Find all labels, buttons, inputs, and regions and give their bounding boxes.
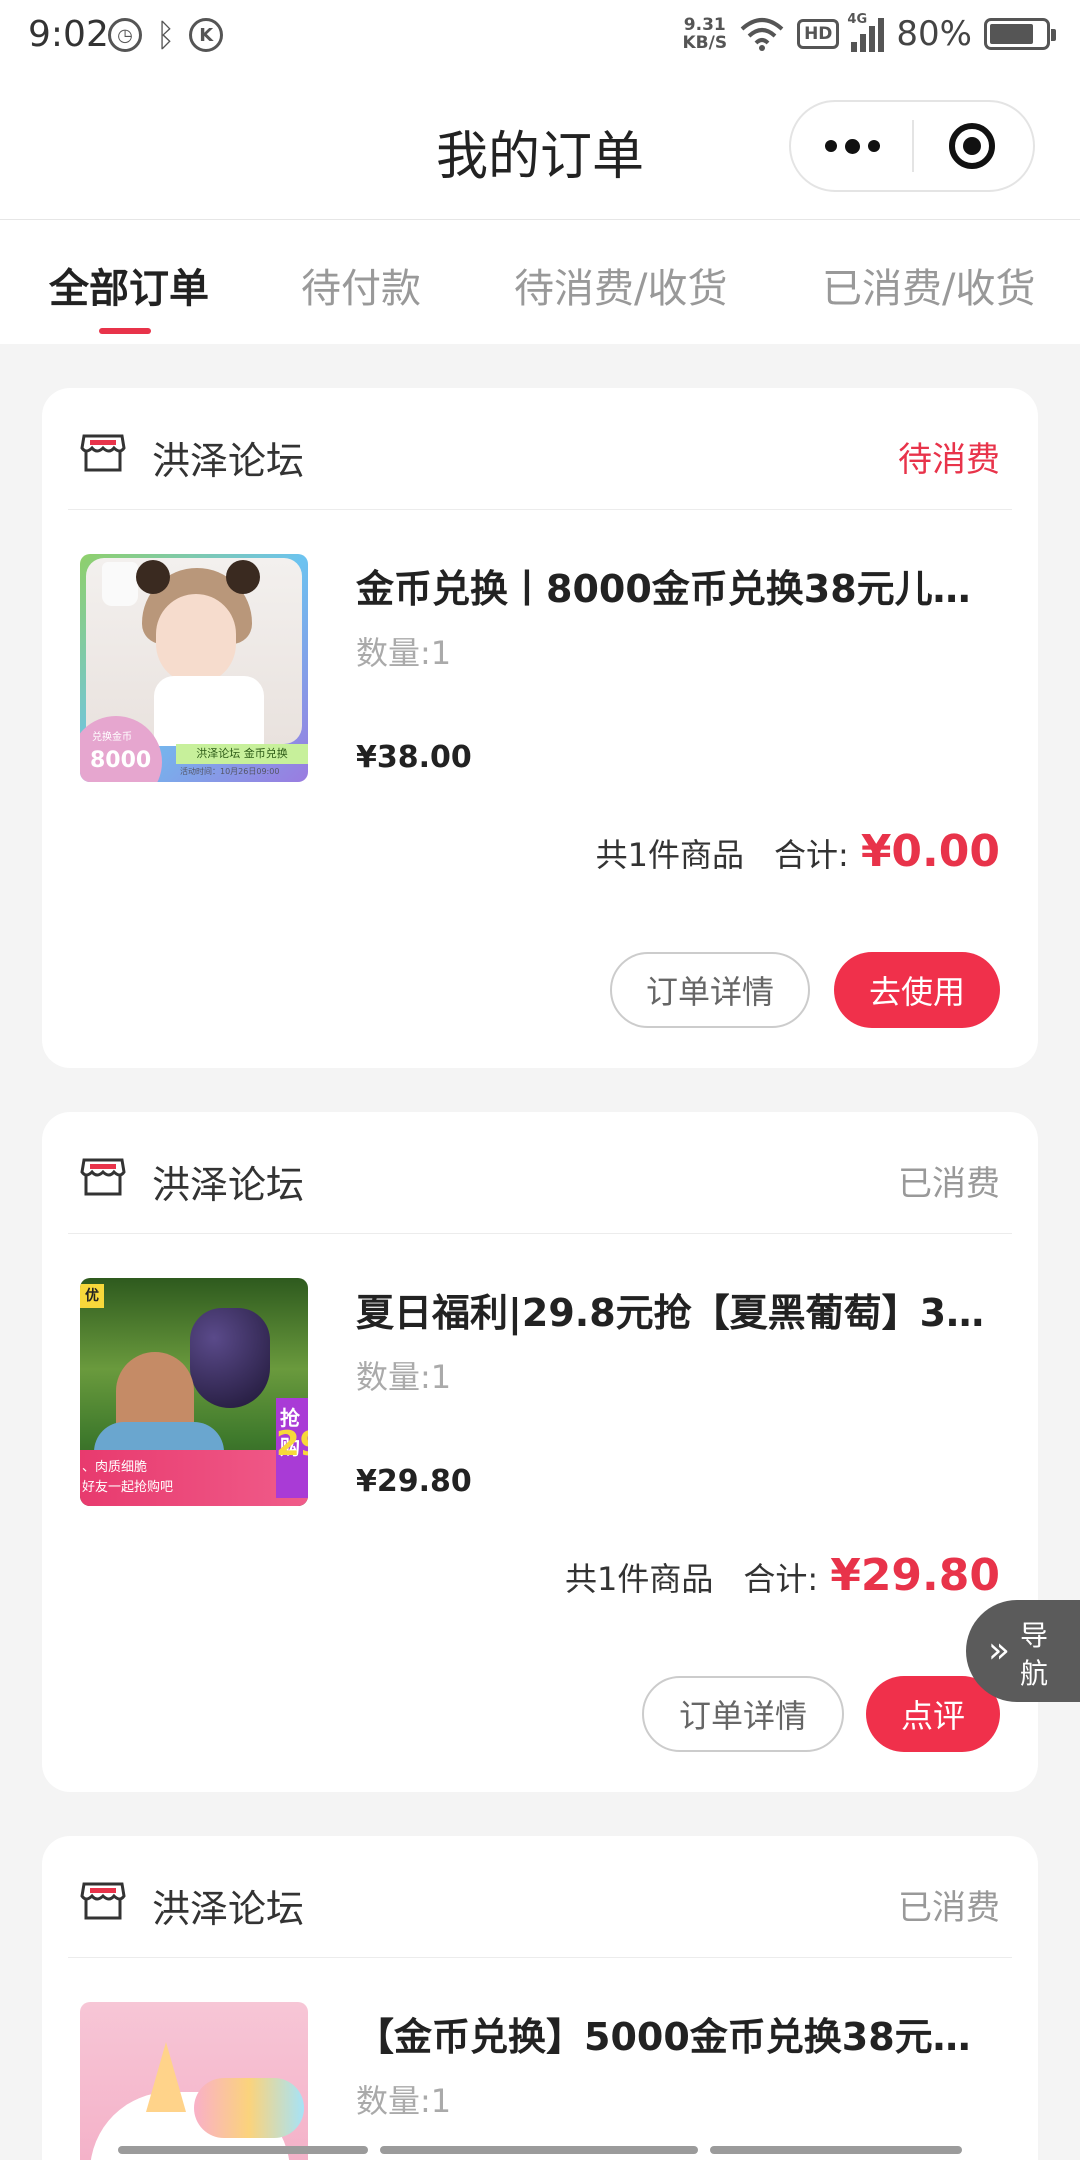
- tab-consumed[interactable]: 已消费/收货: [822, 256, 1035, 314]
- card-header: 洪泽论坛 待消费: [68, 388, 1012, 510]
- order-detail-button[interactable]: 订单详情: [642, 1676, 844, 1752]
- shop-name: 洪泽论坛: [152, 1887, 305, 1931]
- thumb-badge-number: 8000: [90, 748, 152, 773]
- status-bar: 9:02 ◷ ᛒ K 9.31 KB/S HD 4G 80%: [0, 0, 1080, 76]
- order-summary: 共1件商品 合计: ¥29.80: [565, 1550, 1000, 1601]
- order-tabs: 全部订单 待付款 待消费/收货 已消费/收货: [0, 220, 1080, 344]
- side-nav-button[interactable]: » 导 航: [966, 1600, 1080, 1702]
- thumb-time-text: 活动时间：10月26日09:00: [180, 767, 280, 776]
- shop-icon: [80, 1158, 126, 1196]
- gesture-bar-center: [380, 2146, 698, 2154]
- battery-icon: [984, 18, 1056, 50]
- k-app-icon: K: [189, 18, 224, 52]
- network-type: 4G: [847, 12, 868, 27]
- side-nav-label-2: 航: [1020, 1657, 1049, 1690]
- gesture-bar-left: [118, 2146, 368, 2154]
- battery-percent: 80%: [896, 14, 972, 54]
- product-title[interactable]: 夏日福利|29.8元抢【夏黑葡萄】30…: [356, 1282, 1006, 1337]
- review-button[interactable]: 点评: [866, 1676, 1000, 1752]
- product-thumbnail[interactable]: [80, 2002, 308, 2160]
- order-card[interactable]: 洪泽论坛 已消费 优选 、肉质细脆 好友一起抢购吧 抢购 29 夏日福利|29.…: [42, 1112, 1038, 1792]
- total-label: 合计:: [774, 836, 849, 874]
- product-title[interactable]: 金币兑换丨8000金币兑换38元儿童防寒帽: [356, 558, 1006, 613]
- thumb-badge-caption: 兑换金币: [92, 732, 132, 743]
- product-price: ¥29.80: [356, 1464, 472, 1499]
- shop-name: 洪泽论坛: [152, 439, 305, 483]
- side-nav-label-1: 导: [1020, 1619, 1049, 1652]
- tab-pending-payment[interactable]: 待付款: [301, 256, 421, 314]
- order-detail-button[interactable]: 订单详情: [610, 952, 810, 1028]
- tab-all-orders[interactable]: 全部订单: [49, 256, 209, 314]
- product-thumbnail[interactable]: 兑换金币 8000 洪泽论坛 金币兑换 活动时间：10月26日09:00: [80, 554, 308, 782]
- order-status: 待消费: [898, 440, 1000, 480]
- item-count: 共1件商品: [565, 1560, 714, 1598]
- order-summary: 共1件商品 合计: ¥0.00: [596, 826, 1000, 877]
- shop-icon: [80, 1882, 126, 1920]
- network-speed-value: 9.31: [683, 15, 726, 35]
- close-mini-program-icon[interactable]: [949, 123, 995, 169]
- product-quantity: 数量:1: [356, 1358, 452, 1396]
- product-quantity: 数量:1: [356, 2082, 452, 2120]
- order-card[interactable]: 洪泽论坛 待消费 兑换金币 8000 洪泽论坛 金币兑换 活动时间：10月26日…: [42, 388, 1038, 1068]
- thumb-strip-text: 洪泽论坛 金币兑换: [176, 744, 308, 764]
- card-header: 洪泽论坛 已消费: [68, 1112, 1012, 1234]
- item-count: 共1件商品: [595, 836, 745, 874]
- product-quantity: 数量:1: [356, 634, 452, 672]
- mini-program-capsule: [789, 100, 1035, 192]
- status-right-icons: 9.31 KB/S HD 4G 80%: [682, 12, 1056, 54]
- order-status: 已消费: [898, 1888, 1000, 1928]
- status-left-icons: ◷ ᛒ K: [108, 16, 224, 54]
- wifi-icon: [740, 18, 784, 51]
- double-chevron-icon: »: [988, 1630, 1011, 1671]
- use-button[interactable]: 去使用: [834, 952, 1000, 1028]
- total-amount: ¥29.80: [830, 1550, 1000, 1601]
- clock: 9:02: [28, 14, 109, 55]
- thumb-tag: 优选: [80, 1284, 104, 1308]
- battery-fill: [990, 24, 1034, 44]
- active-tab-indicator: [99, 328, 151, 334]
- card-header: 洪泽论坛 已消费: [68, 1836, 1012, 1958]
- network-speed-unit: KB/S: [682, 33, 728, 53]
- thumb-banner-line1: 、肉质细脆: [82, 1460, 148, 1475]
- order-status: 已消费: [898, 1164, 1000, 1204]
- thumb-promo-price: 29: [276, 1424, 308, 1464]
- bluetooth-icon: ᛒ: [156, 16, 176, 54]
- thumb-banner-line2: 好友一起抢购吧: [82, 1480, 174, 1495]
- nav-bar: 我的订单: [0, 76, 1080, 220]
- shop-name: 洪泽论坛: [152, 1163, 305, 1207]
- total-amount: ¥0.00: [860, 826, 1000, 877]
- order-card[interactable]: 洪泽论坛 已消费 【金币兑换】5000金币兑换38元独… 数量:1: [42, 1836, 1038, 2160]
- product-title[interactable]: 【金币兑换】5000金币兑换38元独…: [356, 2006, 1006, 2061]
- signal-icon: 4G: [847, 12, 885, 52]
- total-label: 合计:: [743, 1560, 819, 1598]
- product-thumbnail[interactable]: 优选 、肉质细脆 好友一起抢购吧 抢购 29: [80, 1278, 308, 1506]
- network-speed: 9.31 KB/S: [682, 16, 727, 52]
- more-menu-icon[interactable]: [817, 102, 887, 190]
- tab-pending-consumption[interactable]: 待消费/收货: [514, 256, 727, 314]
- hd-icon: HD: [797, 19, 840, 49]
- alarm-icon: ◷: [108, 18, 142, 52]
- capsule-divider: [912, 120, 914, 172]
- gesture-bar-right: [710, 2146, 962, 2154]
- shop-icon: [80, 434, 126, 472]
- product-price: ¥38.00: [356, 740, 472, 775]
